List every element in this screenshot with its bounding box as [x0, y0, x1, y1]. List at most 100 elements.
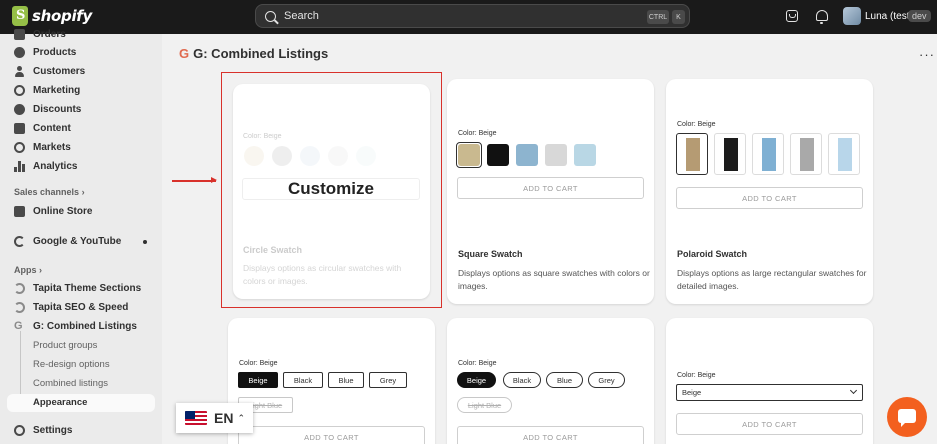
- sidebar-item-content[interactable]: Content: [14, 119, 71, 137]
- sidebar-item-settings[interactable]: Settings: [14, 421, 72, 439]
- search-icon: [265, 10, 276, 22]
- pill-swatch-card[interactable]: Color: Beige Beige Black Blue Grey Light…: [447, 318, 654, 444]
- sidebar-item-orders[interactable]: Orders: [14, 25, 66, 43]
- bar-chart-icon: [14, 160, 25, 172]
- polaroid-swatch-card[interactable]: Color: Beige ADD TO CART Polaroid Swatch…: [666, 79, 873, 304]
- sidebar-subitem-product-groups[interactable]: Product groups: [33, 340, 97, 351]
- chevron-down-icon: [849, 386, 858, 395]
- option-pill-black[interactable]: Black: [503, 372, 541, 388]
- sidebar-item-customers[interactable]: Customers: [14, 62, 85, 80]
- sidebar-item-markets[interactable]: Markets: [14, 138, 71, 156]
- color-label: Color: Beige: [677, 121, 716, 128]
- chat-button[interactable]: [887, 397, 927, 437]
- avatar[interactable]: [843, 7, 861, 25]
- sidebar-item-discounts[interactable]: Discounts: [14, 100, 81, 118]
- more-actions-icon[interactable]: ···: [919, 47, 935, 62]
- sidebar-item-label: Products: [33, 46, 77, 58]
- add-to-cart-button[interactable]: ADD TO CART: [676, 187, 863, 209]
- pants-image: [800, 138, 814, 171]
- globe-icon: [14, 141, 25, 153]
- option-pill-grey[interactable]: Grey: [588, 372, 625, 388]
- add-to-cart-button[interactable]: ADD TO CART: [457, 426, 644, 444]
- g-app-icon: G: [14, 319, 23, 332]
- option-pill-blue[interactable]: Blue: [546, 372, 583, 388]
- sidebar-item-products[interactable]: Products: [14, 43, 76, 61]
- us-flag-icon: [185, 411, 207, 425]
- search-placeholder: Search: [284, 10, 319, 22]
- dropdown-swatch-card[interactable]: Color: Beige ADD TO CART: [666, 318, 873, 444]
- swatch-square[interactable]: [516, 144, 538, 166]
- color-label: Color: Beige: [677, 372, 716, 379]
- color-label: Color: Beige: [458, 130, 497, 137]
- sidebar: Orders Products Customers Marketing Disc…: [0, 28, 162, 444]
- swatch-square[interactable]: [458, 144, 480, 166]
- polaroid-swatch[interactable]: [790, 133, 822, 175]
- store-icon[interactable]: [786, 10, 798, 22]
- color-label: Color: Beige: [239, 360, 278, 367]
- sidebar-item-label: Customers: [33, 65, 86, 77]
- apps-heading[interactable]: Apps ›: [14, 265, 42, 275]
- chevron-right-icon: ›: [81, 187, 85, 197]
- sidebar-item-google-youtube[interactable]: Google & YouTube: [14, 232, 121, 250]
- shopify-bag-icon: [12, 6, 28, 26]
- tapita-icon: [14, 282, 25, 294]
- polaroid-swatch[interactable]: [752, 133, 784, 175]
- add-to-cart-button[interactable]: ADD TO CART: [676, 413, 863, 435]
- sidebar-subitem-appearance[interactable]: Appearance: [33, 397, 87, 408]
- card-title: Square Swatch: [458, 249, 523, 259]
- card-description: Displays options as large rectangular sw…: [677, 268, 867, 291]
- dev-badge: dev: [908, 10, 931, 22]
- user-name[interactable]: Luna (test): [865, 11, 913, 22]
- square-swatch-card[interactable]: Color: Beige ADD TO CART Square Swatch D…: [447, 79, 654, 304]
- option-button-grey[interactable]: Grey: [369, 372, 407, 388]
- dropdown-value: Beige: [682, 388, 702, 397]
- sidebar-subitem-redesign-options[interactable]: Re-design options: [33, 359, 110, 370]
- sidebar-item-label: Analytics: [33, 160, 78, 172]
- card-description: Displays options as square swatches with…: [458, 268, 650, 291]
- sidebar-item-tapita-theme[interactable]: Tapita Theme Sections: [14, 279, 141, 297]
- swatch-square[interactable]: [487, 144, 509, 166]
- option-pill-beige[interactable]: Beige: [457, 372, 496, 388]
- chat-bubble-icon: [898, 409, 916, 427]
- highlight-frame: [221, 72, 442, 308]
- swatch-square[interactable]: [574, 144, 596, 166]
- sidebar-item-analytics[interactable]: Analytics: [14, 157, 77, 175]
- shortcut-ctrl-key: CTRL: [647, 10, 669, 24]
- sidebar-item-online-store[interactable]: Online Store: [14, 202, 92, 220]
- pants-image: [762, 138, 776, 171]
- sidebar-item-label: Content: [33, 122, 71, 134]
- notification-bell-icon[interactable]: [816, 10, 828, 24]
- language-switcher[interactable]: EN ⌃: [176, 403, 253, 433]
- sidebar-subitem-combined-listings[interactable]: Combined listings: [33, 378, 108, 389]
- inbox-icon: [14, 28, 25, 40]
- sidebar-item-tapita-seo[interactable]: Tapita SEO & Speed: [14, 298, 128, 316]
- polaroid-swatch[interactable]: [676, 133, 708, 175]
- polaroid-swatch[interactable]: [828, 133, 860, 175]
- button-swatch-card[interactable]: Color: Beige Beige Black Blue Grey Light…: [228, 318, 435, 444]
- tapita-icon: [14, 301, 25, 313]
- polaroid-swatch[interactable]: [714, 133, 746, 175]
- discount-icon: [14, 103, 25, 115]
- sidebar-item-label: Tapita SEO & Speed: [33, 301, 129, 313]
- option-button-beige[interactable]: Beige: [238, 372, 278, 388]
- sidebar-item-label: Marketing: [33, 84, 81, 96]
- color-label: Color: Beige: [458, 360, 497, 367]
- page-title: G G: Combined Listings: [179, 46, 328, 61]
- sidebar-item-combined-listings[interactable]: G G: Combined Listings: [14, 317, 137, 335]
- apps-label: Apps: [14, 265, 37, 275]
- pants-image: [724, 138, 738, 171]
- content-icon: [14, 122, 25, 134]
- card-title: Polaroid Swatch: [677, 249, 748, 259]
- add-to-cart-button[interactable]: ADD TO CART: [457, 177, 644, 199]
- tree-line: [20, 331, 21, 403]
- sales-channels-heading[interactable]: Sales channels ›: [14, 187, 85, 197]
- option-button-blue[interactable]: Blue: [328, 372, 364, 388]
- shopify-logo[interactable]: shopify: [12, 6, 92, 26]
- swatch-square[interactable]: [545, 144, 567, 166]
- sidebar-item-marketing[interactable]: Marketing: [14, 81, 80, 99]
- pointer-arrow: [172, 177, 217, 183]
- option-button-black[interactable]: Black: [283, 372, 323, 388]
- search-input[interactable]: Search CTRL K: [255, 4, 690, 28]
- add-to-cart-button[interactable]: ADD TO CART: [238, 426, 425, 444]
- color-dropdown[interactable]: Beige: [676, 384, 863, 401]
